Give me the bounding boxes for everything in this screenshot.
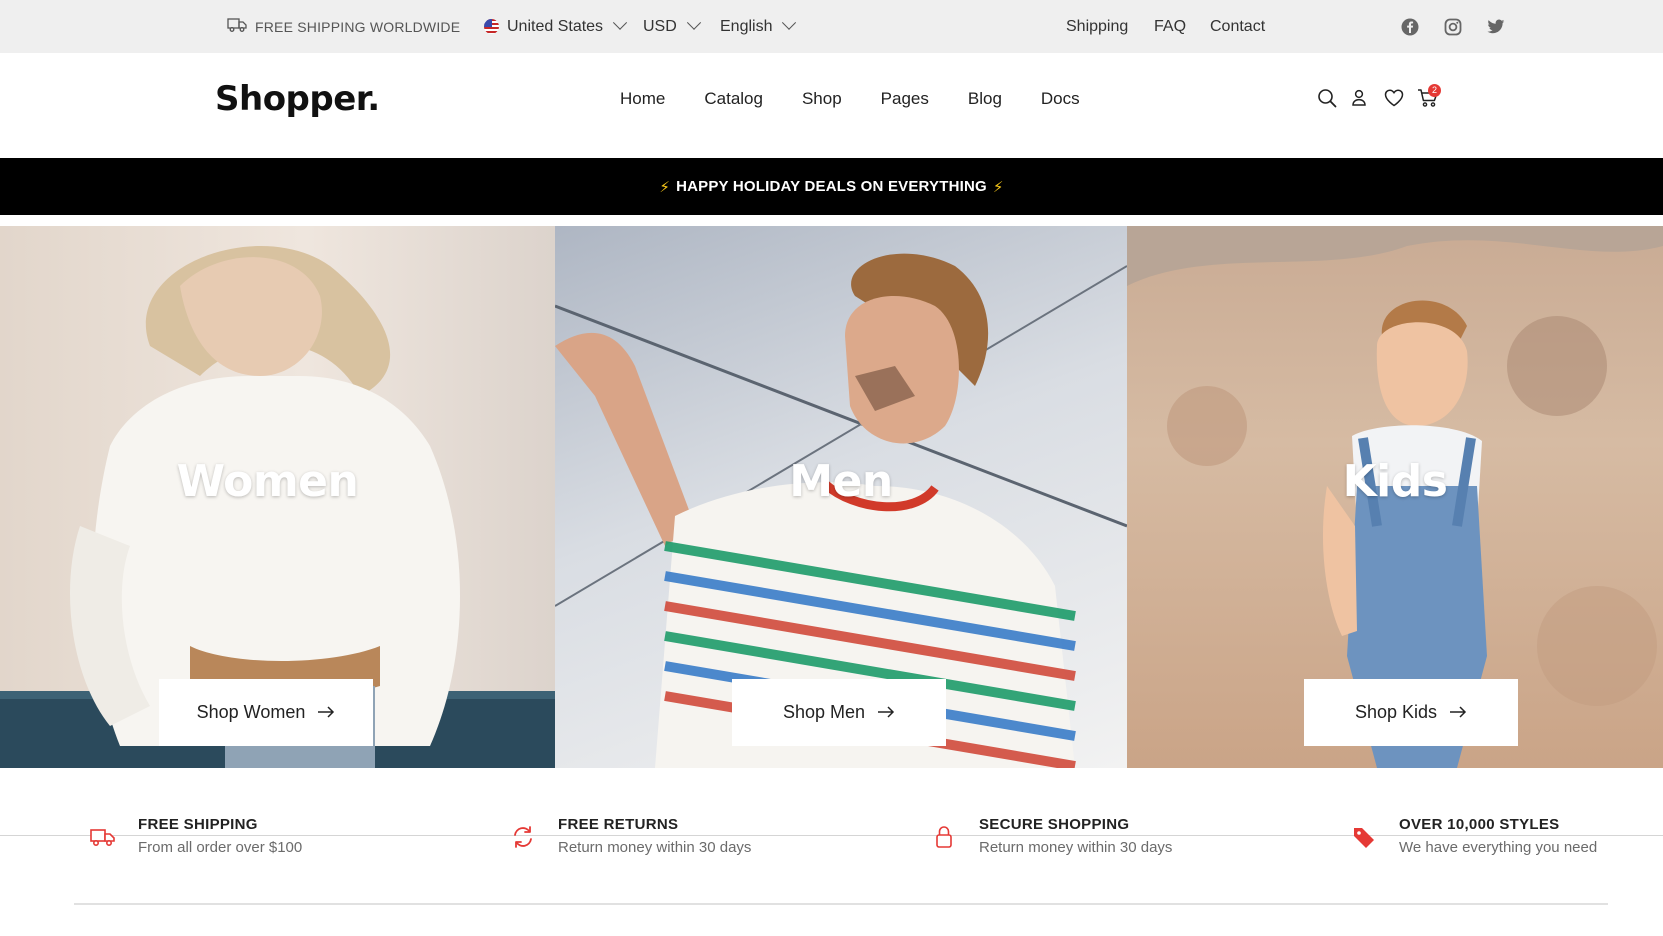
category-panels: Women Shop Women Men Shop Men Kids Shop …: [0, 226, 1663, 768]
shipping-link[interactable]: Shipping: [1066, 0, 1128, 53]
facebook-icon[interactable]: [1400, 17, 1420, 37]
category-men[interactable]: Men Shop Men: [555, 226, 1127, 768]
arrow-right-icon: [317, 702, 335, 723]
chevron-down-icon: [612, 15, 628, 30]
main-nav: Home Catalog Shop Pages Blog Docs: [620, 89, 1119, 109]
refresh-icon: [508, 822, 538, 852]
shop-men-button[interactable]: Shop Men: [732, 679, 946, 746]
chevron-down-icon: [686, 15, 701, 30]
site-logo[interactable]: Shopper.: [215, 79, 380, 119]
feature-title: OVER 10,000 STYLES: [1399, 816, 1560, 833]
nav-home[interactable]: Home: [620, 89, 665, 109]
category-title: Women: [176, 456, 359, 507]
arrow-right-icon: [1449, 702, 1467, 723]
feature-title: SECURE SHOPPING: [979, 816, 1130, 833]
feature-subtitle: We have everything you need: [1399, 839, 1598, 856]
category-title: Kids: [1342, 456, 1448, 507]
lock-icon: [929, 822, 959, 852]
truck-icon: [227, 17, 247, 36]
feature-subtitle: Return money within 30 days: [558, 839, 752, 856]
main-header: Shopper. Home Catalog Shop Pages Blog Do…: [0, 53, 1663, 158]
shipping-notice-text: FREE SHIPPING WORLDWIDE: [255, 18, 461, 35]
user-icon[interactable]: [1351, 86, 1367, 110]
shop-kids-label: Shop Kids: [1354, 702, 1438, 722]
us-flag-icon: [484, 19, 499, 34]
contact-link[interactable]: Contact: [1210, 0, 1265, 53]
feature-subtitle: From all order over $100: [138, 839, 303, 856]
feature-free-shipping: FREE SHIPPING From all order over $100: [88, 816, 302, 856]
currency-selector[interactable]: USD: [643, 0, 701, 53]
faq-link[interactable]: FAQ: [1154, 0, 1186, 53]
nav-docs[interactable]: Docs: [1041, 89, 1080, 109]
features-bar: FREE SHIPPING From all order over $100 F…: [0, 768, 1663, 936]
arrow-right-icon: [877, 702, 895, 723]
feature-secure-shopping: SECURE SHOPPING Return money within 30 d…: [929, 816, 1172, 856]
lightning-icon: ⚡: [992, 178, 1004, 196]
promo-banner: ⚡ HAPPY HOLIDAY DEALS ON EVERYTHING ⚡: [0, 158, 1663, 215]
feature-subtitle: Return money within 30 days: [979, 839, 1173, 856]
feature-styles: OVER 10,000 STYLES We have everything yo…: [1349, 816, 1597, 856]
chevron-down-icon: [782, 15, 797, 30]
tag-icon: [1349, 822, 1379, 852]
shop-kids-button[interactable]: Shop Kids: [1304, 679, 1518, 746]
shipping-notice: FREE SHIPPING WORLDWIDE: [227, 0, 460, 53]
shop-women-button[interactable]: Shop Women: [159, 679, 373, 746]
divider: [74, 903, 1608, 905]
instagram-icon[interactable]: [1443, 17, 1463, 37]
search-icon[interactable]: [1317, 86, 1337, 110]
category-title: Men: [789, 456, 893, 507]
feature-title: FREE SHIPPING: [138, 816, 258, 833]
truck-icon: [88, 822, 118, 852]
nav-shop[interactable]: Shop: [802, 89, 842, 109]
category-women[interactable]: Women Shop Women: [0, 226, 555, 768]
twitter-icon[interactable]: [1486, 17, 1506, 37]
shop-men-label: Shop Men: [782, 702, 866, 722]
lightning-icon: ⚡: [659, 178, 671, 196]
language-label: English: [720, 17, 773, 35]
currency-label: USD: [643, 17, 677, 35]
feature-title: FREE RETURNS: [558, 816, 679, 833]
nav-blog[interactable]: Blog: [968, 89, 1002, 109]
shop-women-label: Shop Women: [196, 702, 306, 722]
category-kids[interactable]: Kids Shop Kids: [1127, 226, 1663, 768]
top-bar: FREE SHIPPING WORLDWIDE United States US…: [0, 0, 1663, 53]
feature-free-returns: FREE RETURNS Return money within 30 days: [508, 816, 751, 856]
nav-catalog[interactable]: Catalog: [704, 89, 763, 109]
promo-text: HAPPY HOLIDAY DEALS ON EVERYTHING: [676, 178, 987, 195]
cart-count-badge: 2: [1428, 84, 1441, 97]
language-selector[interactable]: English: [720, 0, 797, 53]
heart-icon[interactable]: [1384, 86, 1404, 110]
country-selector[interactable]: United States: [484, 0, 628, 53]
nav-pages[interactable]: Pages: [881, 89, 929, 109]
country-label: United States: [507, 17, 604, 35]
